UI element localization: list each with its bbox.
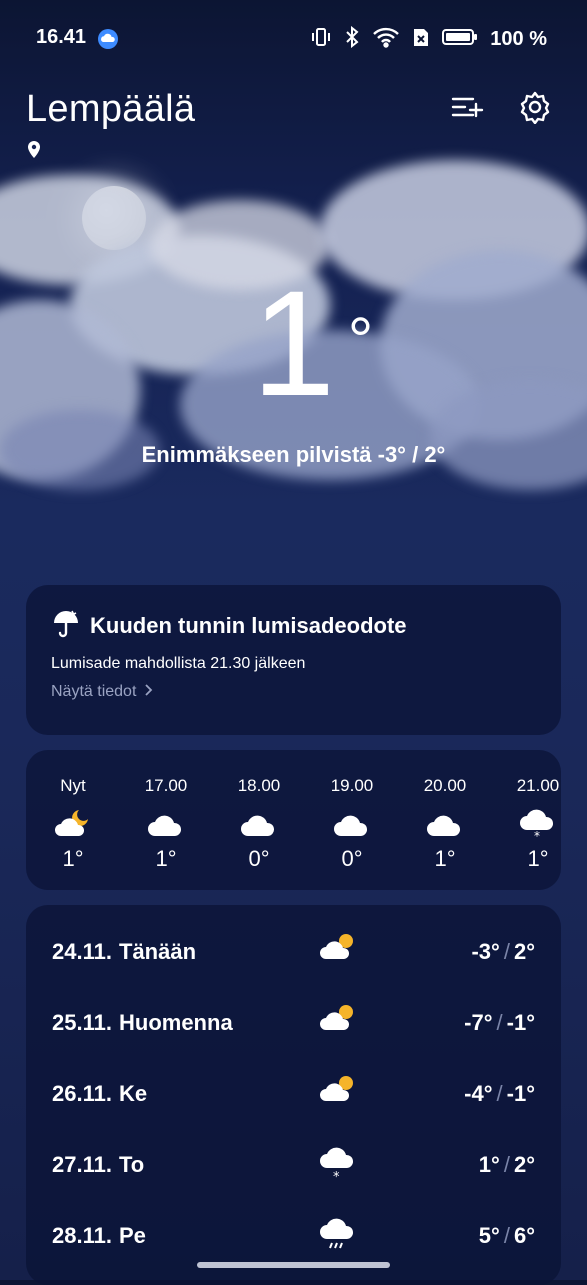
degree-symbol: ° (347, 304, 374, 376)
hourly-temp: 0° (341, 846, 363, 871)
daily-date: 27.11. (52, 1152, 112, 1177)
hourly-time: Nyt (60, 776, 86, 795)
daily-day: To (119, 1152, 145, 1177)
daily-row[interactable]: 24.11. Tänään -3°/2° (26, 927, 561, 979)
daily-date: 26.11. (52, 1081, 112, 1106)
daily-high: 6° (513, 1223, 535, 1248)
hourly-item[interactable]: 19.00 0° (312, 776, 392, 872)
hourly-temp: 1° (155, 846, 177, 871)
daily-row[interactable]: 25.11. Huomenna -7° / -1° (26, 998, 561, 1050)
daily-range: 5°/6° (478, 1223, 535, 1248)
hourly-time: 19.00 (330, 776, 374, 795)
hourly-item[interactable]: 17.00 1° (126, 776, 206, 872)
show-details-link[interactable]: Näytä tiedot (51, 683, 154, 701)
daily-range: 1°/2° (478, 1152, 535, 1177)
location-pin-icon (26, 140, 42, 165)
daily-day: Ke (119, 1081, 148, 1106)
status-time: 16.41 (36, 26, 87, 48)
snow-cloud-icon: * (498, 806, 578, 843)
daily-range: -7° / -1° (464, 1010, 535, 1035)
hourly-temp: 1° (62, 846, 84, 871)
daily-day: Huomenna (119, 1010, 233, 1035)
daily-date: 24.11. (52, 939, 112, 964)
daily-low: 5° (478, 1223, 500, 1248)
hourly-time: 20.00 (423, 776, 467, 795)
hourly-time: 17.00 (144, 776, 188, 795)
daily-low: -3° (471, 939, 500, 964)
daily-row[interactable]: 28.11. Pe 5°/6° (26, 1211, 561, 1263)
gear-icon (518, 91, 552, 127)
settings-button[interactable] (518, 90, 552, 127)
vibrate-icon (310, 26, 332, 53)
daily-forecast: 24.11. Tänään -3°/2° 25.11. Huomenna -7°… (26, 905, 561, 1285)
add-city-button[interactable] (450, 90, 484, 127)
battery-icon (442, 26, 478, 53)
chevron-right-icon (141, 683, 154, 700)
cloud-icon (405, 806, 485, 842)
daily-day: Pe (119, 1223, 146, 1248)
cloud-icon (126, 806, 206, 842)
hourly-forecast[interactable]: Nyt 1° 17.00 1° 18.00 0° 19.00 0° 20.00 … (26, 750, 561, 890)
svg-text:*: * (333, 1170, 340, 1182)
umbrella-snow-icon (51, 609, 81, 644)
daily-low: 1° (478, 1152, 500, 1177)
home-indicator[interactable] (197, 1262, 390, 1268)
partly-cloudy-day-icon (318, 1000, 358, 1039)
hourly-temp: 1° (527, 846, 549, 871)
bluetooth-icon (344, 25, 360, 53)
cloud-icon (312, 806, 392, 842)
daily-high: -1° (506, 1010, 535, 1035)
cloud-icon (219, 806, 299, 842)
temperature-value: 1 (251, 259, 336, 427)
cloud-icon (97, 28, 119, 55)
partly-cloudy-day-icon (318, 1071, 358, 1110)
hourly-temp: 1° (434, 846, 456, 871)
add-city-icon (450, 97, 484, 127)
svg-text:*: * (534, 829, 540, 840)
daily-high: 2° (513, 1152, 535, 1177)
show-details-label: Näytä tiedot (51, 683, 137, 700)
status-bar: 16.41 100 % (0, 22, 587, 56)
daily-high: 2° (513, 939, 535, 964)
current-temperature: 1 ° (0, 268, 587, 418)
battery-percentage: 100 % (490, 28, 547, 50)
daily-date: 25.11. (52, 1010, 112, 1035)
header: Lempäälä (26, 88, 562, 158)
alert-title: Kuuden tunnin lumisadeodote (90, 613, 407, 638)
daily-low: -7° (464, 1010, 493, 1035)
hourly-item[interactable]: 21.00 * 1° (498, 776, 578, 872)
hourly-time: 18.00 (237, 776, 281, 795)
status-icons: 100 % (310, 25, 547, 53)
partly-cloudy-night-icon (33, 806, 113, 842)
hourly-time: 21.00 (516, 776, 560, 795)
daily-row[interactable]: 26.11. Ke -4° / -1° (26, 1069, 561, 1121)
rain-cloud-icon (318, 1213, 358, 1258)
hourly-item[interactable]: 20.00 1° (405, 776, 485, 872)
daily-low: -4° (464, 1081, 493, 1106)
daily-high: -1° (506, 1081, 535, 1106)
sim-off-icon (412, 26, 430, 53)
hourly-temp: 0° (248, 846, 270, 871)
snow-cloud-icon: * (318, 1142, 358, 1187)
daily-day: Tänään (119, 939, 197, 964)
alert-body: Lumisade mahdollista 21.30 jälkeen (51, 655, 306, 672)
daily-date: 28.11. (52, 1223, 112, 1248)
wifi-icon (372, 26, 400, 53)
hourly-item[interactable]: Nyt 1° (33, 776, 113, 872)
current-condition: Enimmäkseen pilvistä -3° / 2° (141, 442, 446, 467)
daily-row[interactable]: 27.11. To * 1°/2° (26, 1140, 561, 1192)
daily-range: -3°/2° (471, 939, 535, 964)
daily-range: -4° / -1° (464, 1081, 535, 1106)
hourly-item[interactable]: 18.00 0° (219, 776, 299, 872)
partly-cloudy-day-icon (318, 929, 358, 968)
snow-forecast-card[interactable]: Kuuden tunnin lumisadeodote Lumisade mah… (26, 585, 561, 735)
